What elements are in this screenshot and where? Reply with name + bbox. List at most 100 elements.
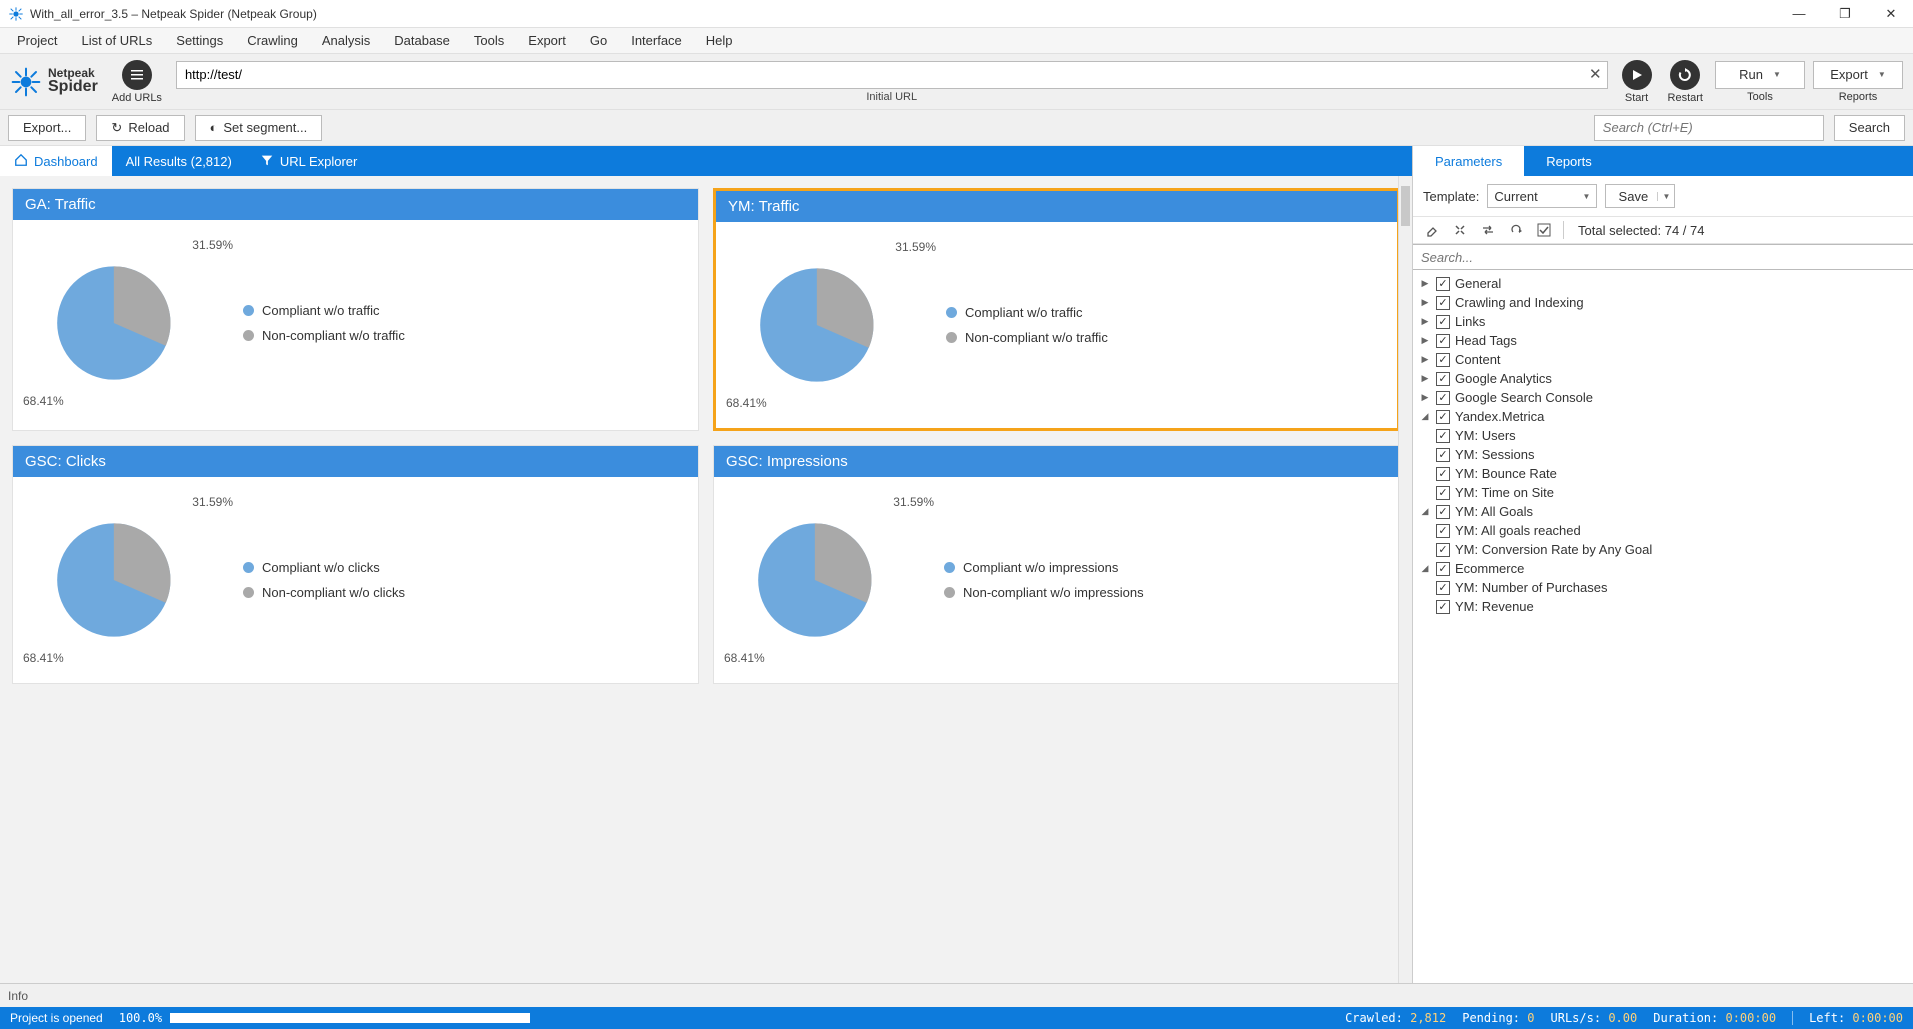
checkbox[interactable]: ✓ [1436, 562, 1450, 576]
checkbox[interactable]: ✓ [1436, 410, 1450, 424]
tree-node[interactable]: ▶ ✓ General [1419, 274, 1907, 293]
checkbox[interactable]: ✓ [1436, 524, 1450, 538]
tree-node[interactable]: ✓ YM: Number of Purchases [1419, 578, 1907, 597]
checkbox[interactable]: ✓ [1436, 315, 1450, 329]
minimize-button[interactable]: — [1785, 6, 1813, 22]
legend: Compliant w/o traffic Non-compliant w/o … [946, 305, 1108, 345]
main-tabbar: Dashboard All Results (2,812) URL Explor… [0, 146, 1412, 176]
menu-item-project[interactable]: Project [6, 30, 68, 51]
search-input[interactable] [1594, 115, 1824, 141]
menu-item-list-of-urls[interactable]: List of URLs [70, 30, 163, 51]
checkbox[interactable]: ✓ [1436, 543, 1450, 557]
export-button[interactable]: Export... [8, 115, 86, 141]
tree-node[interactable]: ✓ YM: Bounce Rate [1419, 464, 1907, 483]
tab-dashboard[interactable]: Dashboard [0, 146, 112, 176]
clear-url-icon[interactable]: ✕ [1589, 65, 1602, 83]
tree-node[interactable]: ◢ ✓ Yandex.Metrica [1419, 407, 1907, 426]
tree-label: Crawling and Indexing [1455, 295, 1584, 310]
start-button[interactable]: Start [1618, 60, 1656, 104]
parameters-search-input[interactable] [1413, 244, 1913, 270]
legend-item: Non-compliant w/o clicks [243, 585, 405, 600]
menu-item-interface[interactable]: Interface [620, 30, 693, 51]
tree-node[interactable]: ✓ YM: Users [1419, 426, 1907, 445]
menu-item-tools[interactable]: Tools [463, 30, 515, 51]
tree-arrow-icon[interactable]: ▶ [1419, 316, 1431, 327]
tree-arrow-icon[interactable]: ▶ [1419, 335, 1431, 346]
checkbox[interactable]: ✓ [1436, 334, 1450, 348]
checkbox[interactable]: ✓ [1436, 467, 1450, 481]
checkbox[interactable]: ✓ [1436, 429, 1450, 443]
add-urls-button[interactable]: Add URLs [108, 60, 166, 104]
legend-label: Non-compliant w/o traffic [262, 328, 405, 343]
reload-button[interactable]: ↻ Reload [96, 115, 184, 141]
checkbox[interactable]: ✓ [1436, 372, 1450, 386]
menu-item-crawling[interactable]: Crawling [236, 30, 309, 51]
run-dropdown[interactable]: Run ▼ [1715, 61, 1805, 89]
menu-item-help[interactable]: Help [695, 30, 744, 51]
tree-node[interactable]: ▶ ✓ Google Search Console [1419, 388, 1907, 407]
tree-node[interactable]: ✓ YM: Conversion Rate by Any Goal [1419, 540, 1907, 559]
checkbox[interactable]: ✓ [1436, 486, 1450, 500]
parameters-tree: ▶ ✓ General ▶ ✓ Crawling and Indexing ▶ … [1413, 270, 1913, 983]
checkbox[interactable]: ✓ [1436, 581, 1450, 595]
checkbox[interactable]: ✓ [1436, 600, 1450, 614]
swap-icon[interactable] [1479, 221, 1497, 239]
menu-item-go[interactable]: Go [579, 30, 618, 51]
filter-icon [260, 153, 274, 170]
tree-arrow-icon[interactable]: ◢ [1419, 411, 1431, 422]
scrollbar-thumb[interactable] [1401, 186, 1410, 226]
tree-node[interactable]: ▶ ✓ Head Tags [1419, 331, 1907, 350]
maximize-button[interactable]: ❐ [1831, 6, 1859, 22]
check-all-icon[interactable] [1535, 221, 1553, 239]
checkbox[interactable]: ✓ [1436, 505, 1450, 519]
checkbox[interactable]: ✓ [1436, 277, 1450, 291]
play-icon [1622, 60, 1652, 90]
set-segment-button[interactable]: ◐ Set segment... [195, 115, 323, 141]
tree-node[interactable]: ✓ YM: All goals reached [1419, 521, 1907, 540]
checkbox[interactable]: ✓ [1436, 391, 1450, 405]
template-select[interactable]: Current ▼ [1487, 184, 1597, 208]
tree-node[interactable]: ✓ YM: Sessions [1419, 445, 1907, 464]
tree-node[interactable]: ▶ ✓ Links [1419, 312, 1907, 331]
tree-arrow-icon[interactable]: ▶ [1419, 354, 1431, 365]
brand-line2: Spider [48, 79, 98, 96]
checkbox[interactable]: ✓ [1436, 448, 1450, 462]
tree-node[interactable]: ▶ ✓ Content [1419, 350, 1907, 369]
tree-arrow-icon[interactable]: ▶ [1419, 373, 1431, 384]
restart-button[interactable]: Restart [1664, 60, 1707, 104]
menu-item-database[interactable]: Database [383, 30, 461, 51]
save-template-button[interactable]: Save ▼ [1605, 184, 1675, 208]
tree-label: Google Search Console [1455, 390, 1593, 405]
tree-node[interactable]: ◢ ✓ YM: All Goals [1419, 502, 1907, 521]
pie-label-b: 31.59% [895, 240, 936, 254]
scrollbar[interactable] [1398, 176, 1412, 983]
search-button[interactable]: Search [1834, 115, 1905, 141]
menu-item-analysis[interactable]: Analysis [311, 30, 381, 51]
tree-node[interactable]: ✓ YM: Revenue [1419, 597, 1907, 616]
tree-arrow-icon[interactable]: ▶ [1419, 297, 1431, 308]
tree-node[interactable]: ✓ YM: Time on Site [1419, 483, 1907, 502]
tree-node[interactable]: ▶ ✓ Crawling and Indexing [1419, 293, 1907, 312]
menu-item-settings[interactable]: Settings [165, 30, 234, 51]
tree-arrow-icon[interactable]: ◢ [1419, 506, 1431, 517]
checkbox[interactable]: ✓ [1436, 296, 1450, 310]
export-dropdown[interactable]: Export ▼ [1813, 61, 1903, 89]
tab-all-results[interactable]: All Results (2,812) [112, 146, 246, 176]
tree-node[interactable]: ◢ ✓ Ecommerce [1419, 559, 1907, 578]
tree-arrow-icon[interactable]: ▶ [1419, 392, 1431, 403]
right-panel: Parameters Reports Template: Current ▼ S… [1413, 146, 1913, 983]
redo-icon[interactable] [1507, 221, 1525, 239]
tab-url-explorer[interactable]: URL Explorer [246, 146, 372, 176]
tree-node[interactable]: ▶ ✓ Google Analytics [1419, 369, 1907, 388]
checkbox[interactable]: ✓ [1436, 353, 1450, 367]
close-button[interactable]: ✕ [1877, 6, 1905, 22]
menu-item-export[interactable]: Export [517, 30, 577, 51]
url-input[interactable] [176, 61, 1608, 89]
tab-parameters[interactable]: Parameters [1413, 146, 1524, 176]
collapse-icon[interactable] [1451, 221, 1469, 239]
tree-arrow-icon[interactable]: ◢ [1419, 563, 1431, 574]
eraser-icon[interactable] [1423, 221, 1441, 239]
tab-reports[interactable]: Reports [1524, 146, 1614, 176]
legend-item: Compliant w/o clicks [243, 560, 405, 575]
tree-arrow-icon[interactable]: ▶ [1419, 278, 1431, 289]
